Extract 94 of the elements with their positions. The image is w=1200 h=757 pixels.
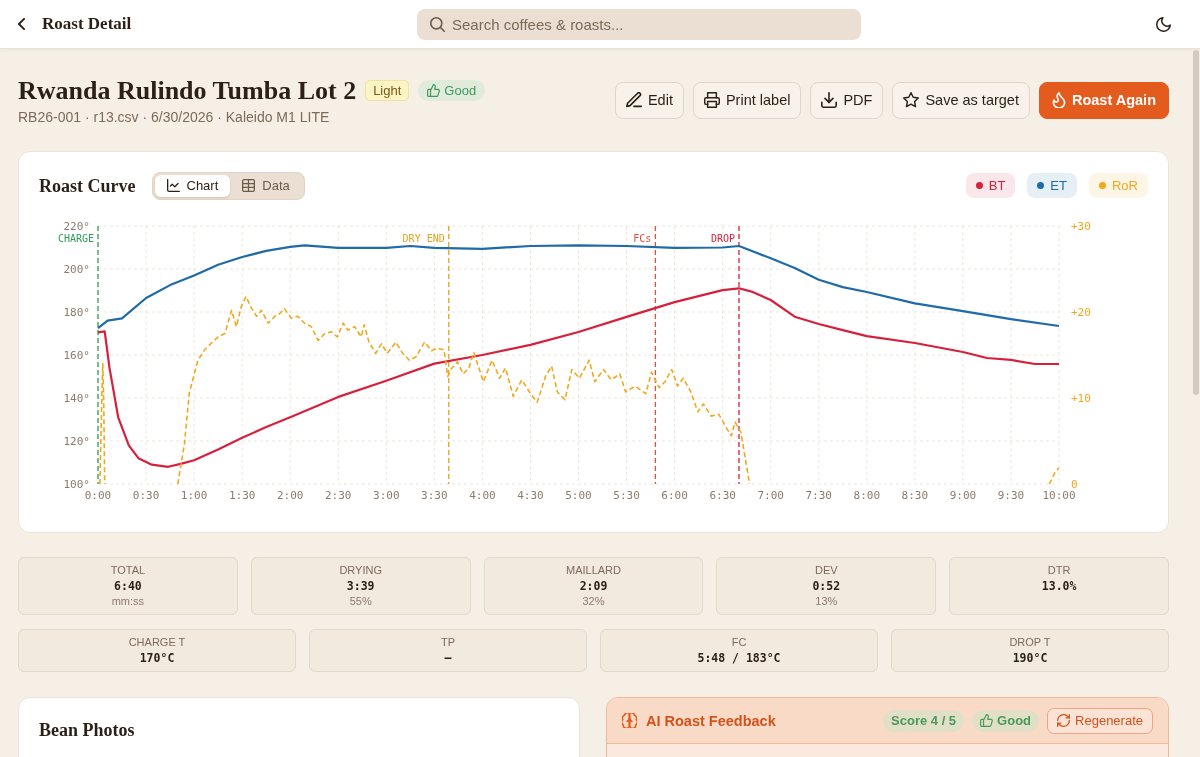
card-title: Bean Photos bbox=[39, 719, 136, 741]
save-target-button[interactable]: Save as target bbox=[892, 81, 1030, 119]
event-label: CHARGE bbox=[57, 233, 94, 244]
stat-value: 170°C bbox=[139, 650, 175, 666]
x-axis-label: 8:00 bbox=[853, 489, 881, 502]
ai-feedback-title: AI Roast Feedback bbox=[646, 712, 776, 729]
x-axis-label: 6:30 bbox=[709, 489, 736, 502]
stat-value: 3:39 bbox=[346, 578, 375, 594]
legend-label: BT bbox=[988, 178, 1006, 193]
thumbs-up-icon bbox=[427, 84, 441, 97]
x-axis-label: 4:30 bbox=[517, 489, 544, 502]
x-axis-label: 5:30 bbox=[613, 489, 640, 502]
event-label: DROP bbox=[710, 233, 735, 244]
y2-axis-label: 0 bbox=[1071, 478, 1078, 491]
roast-meta: RB26-001 · r13.csv · 6/30/2026 · Kaleido M1 LITE bbox=[18, 109, 331, 125]
pdf-button[interactable]: PDF bbox=[810, 81, 884, 119]
flame-icon bbox=[1051, 92, 1066, 108]
x-axis-label: 10:00 bbox=[1042, 489, 1076, 502]
x-axis-label: 3:00 bbox=[373, 489, 400, 502]
y-axis-label: 160° bbox=[63, 349, 90, 362]
y-axis-label: 220° bbox=[63, 220, 90, 233]
stat-value: 2:09 bbox=[579, 578, 608, 594]
stat-value: 0:52 bbox=[812, 578, 841, 594]
legend-label: ET bbox=[1050, 178, 1067, 193]
x-axis-label: 3:30 bbox=[421, 489, 448, 502]
stat-label: CHARGE T bbox=[128, 635, 186, 650]
print-label-button[interactable]: Print label bbox=[692, 81, 802, 119]
line-chart-icon bbox=[166, 179, 180, 192]
stat-label: DRYING bbox=[339, 563, 382, 578]
y-axis-label: 120° bbox=[63, 435, 90, 448]
stat-note: 55% bbox=[349, 594, 372, 609]
star-icon bbox=[903, 92, 920, 108]
stat-note: mm:ss bbox=[111, 594, 145, 609]
rating-label: Good bbox=[444, 83, 477, 98]
y-axis-label: 140° bbox=[63, 392, 90, 405]
stat-value: 6:40 bbox=[114, 578, 142, 594]
x-axis-label: 0:30 bbox=[132, 489, 160, 502]
regenerate-button[interactable]: Regenerate bbox=[1047, 707, 1153, 734]
x-axis-label: 0:00 bbox=[84, 489, 112, 502]
thumbs-up-icon bbox=[980, 714, 994, 727]
rating-label: Good bbox=[997, 713, 1032, 728]
stat-value: 190°C bbox=[1012, 650, 1048, 666]
page-title: Roast Detail bbox=[42, 14, 132, 34]
stat-note: 32% bbox=[582, 594, 605, 609]
score-badge: Score 4 / 5 bbox=[883, 709, 965, 732]
stat-label: MAILLARD bbox=[565, 563, 621, 578]
roast-level-badge: Light bbox=[365, 80, 410, 101]
moon-icon[interactable] bbox=[1156, 16, 1171, 32]
stat-label: TOTAL bbox=[110, 563, 146, 578]
search-icon bbox=[430, 16, 445, 32]
y2-axis-label: +20 bbox=[1071, 306, 1091, 319]
refresh-icon bbox=[1057, 714, 1071, 727]
view-tab[interactable]: Data bbox=[230, 174, 302, 197]
printer-icon bbox=[703, 92, 720, 108]
x-axis-label: 7:00 bbox=[757, 489, 784, 502]
x-axis-label: 2:00 bbox=[276, 489, 304, 502]
download-icon bbox=[821, 92, 838, 108]
search-field[interactable]: Search coffees & roasts... bbox=[417, 8, 861, 40]
x-axis-label: 1:00 bbox=[180, 489, 208, 502]
x-axis-label: 7:30 bbox=[805, 489, 832, 502]
event-label: DRY END bbox=[402, 233, 445, 244]
pencil-icon bbox=[625, 92, 642, 108]
stat-label: TP bbox=[440, 635, 456, 650]
y-axis-label: 100° bbox=[63, 478, 90, 491]
x-axis-label: 1:30 bbox=[228, 489, 256, 502]
x-axis-label: 8:30 bbox=[901, 489, 929, 502]
stat-label: DROP T bbox=[1009, 635, 1051, 650]
x-axis-label: 2:30 bbox=[325, 489, 352, 502]
y-axis-label: 180° bbox=[63, 306, 90, 319]
edit-button[interactable]: Edit bbox=[614, 81, 684, 119]
scrollbar-thumb[interactable] bbox=[1193, 50, 1199, 395]
brain-icon bbox=[622, 713, 637, 728]
back-icon[interactable] bbox=[18, 18, 25, 30]
stat-label: FC bbox=[731, 635, 747, 650]
y2-axis-label: +10 bbox=[1071, 392, 1091, 405]
x-axis-label: 6:00 bbox=[661, 489, 688, 502]
view-tab[interactable]: Chart bbox=[154, 174, 231, 197]
stat-value: 5:48 / 183°C bbox=[697, 650, 781, 666]
card-title: Roast Curve bbox=[39, 174, 136, 197]
stat-label: DTR bbox=[1047, 563, 1071, 578]
table-icon bbox=[242, 179, 256, 192]
y2-axis-label: +30 bbox=[1071, 220, 1091, 233]
x-axis-label: 9:00 bbox=[949, 489, 977, 502]
roast-title: Rwanda Rulindo Tumba Lot 2 bbox=[18, 75, 357, 106]
x-axis-label: 9:30 bbox=[997, 489, 1025, 502]
stat-value: 13.0% bbox=[1041, 578, 1077, 594]
stat-note: 13% bbox=[815, 594, 838, 609]
roast-again-button[interactable]: Roast Again bbox=[1038, 81, 1169, 119]
x-axis-label: 4:00 bbox=[469, 489, 496, 502]
stat-value: – bbox=[444, 650, 452, 666]
stat-label: DEV bbox=[814, 563, 838, 578]
event-label: FCs bbox=[633, 233, 652, 244]
x-axis-label: 5:00 bbox=[565, 489, 592, 502]
y-axis-label: 200° bbox=[63, 263, 90, 276]
